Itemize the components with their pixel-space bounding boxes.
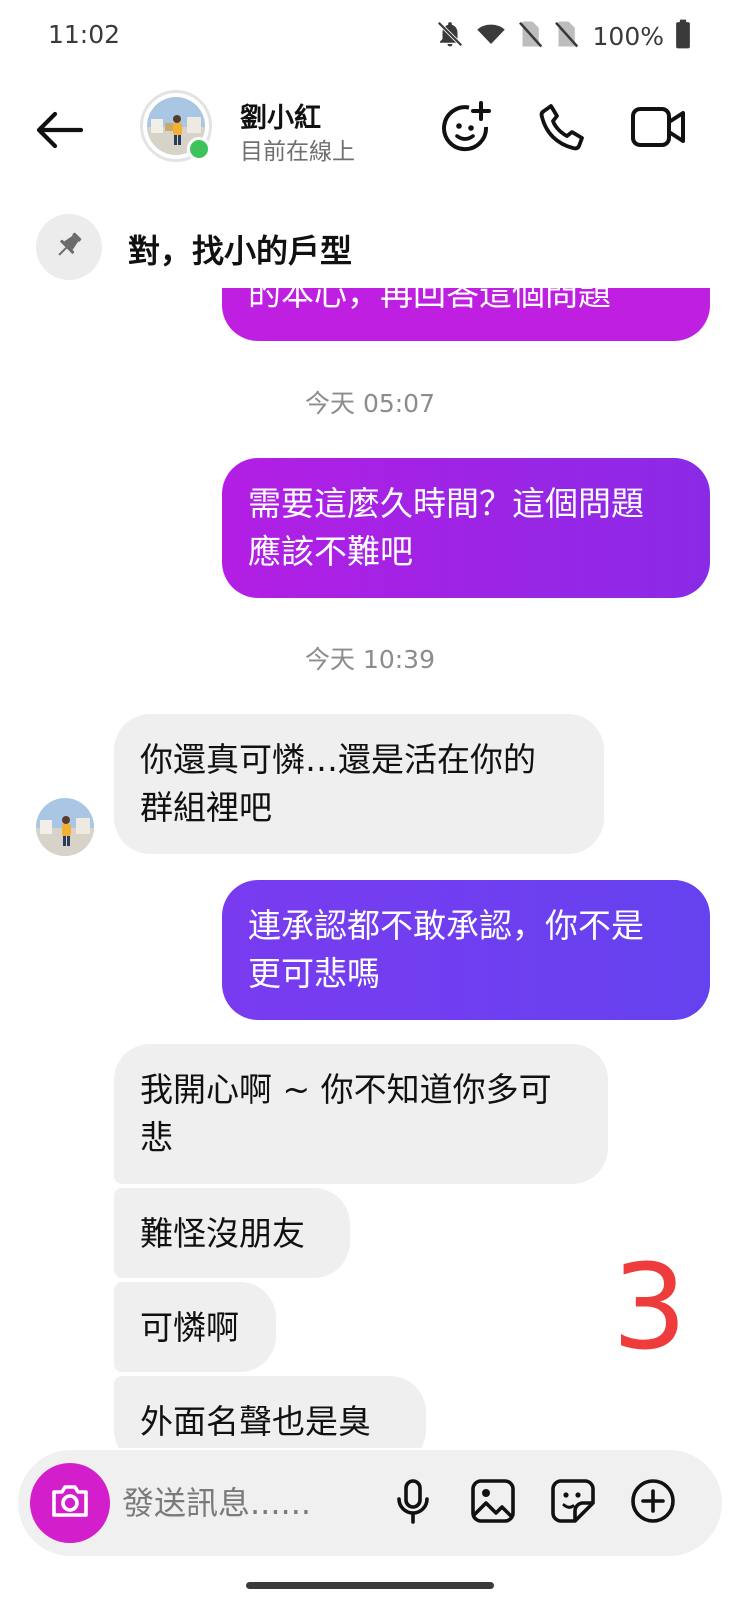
image-icon — [469, 1477, 517, 1529]
message-line: 連承認都不敢承認，你不是 — [248, 906, 644, 945]
online-indicator — [187, 137, 211, 161]
sticker-button[interactable] — [544, 1474, 602, 1532]
emoji-add-button[interactable] — [438, 100, 496, 158]
emoji-add-icon — [439, 99, 495, 159]
pin-icon — [53, 229, 85, 265]
contact-status: 目前在線上 — [240, 139, 355, 165]
pin-button[interactable] — [36, 214, 102, 280]
home-indicator[interactable] — [246, 1582, 494, 1589]
incoming-message[interactable]: 難怪沒朋友 — [114, 1188, 350, 1278]
message-line: 群組裡吧 — [140, 788, 272, 827]
back-arrow-icon — [33, 110, 84, 154]
message-line: 更可悲嗎 — [248, 954, 380, 993]
message-line: 外面名聲也是臭 — [140, 1402, 371, 1441]
incoming-message[interactable]: 可憐啊 — [114, 1282, 276, 1372]
status-bar: 11:02 100% — [0, 0, 740, 78]
outgoing-message[interactable]: 需要這麼久時間？這個問題 應該不難吧 — [222, 458, 710, 598]
contact-name[interactable]: 劉小紅 — [240, 96, 321, 135]
incoming-message[interactable]: 你還真可憐…還是活在你的 群組裡吧 — [114, 714, 604, 854]
sender-avatar[interactable] — [36, 798, 94, 856]
message-line: 需要這麼久時間？這個問題 — [248, 484, 644, 523]
camera-button[interactable] — [30, 1463, 110, 1543]
status-icons: 100% — [435, 18, 692, 54]
plus-circle-icon — [629, 1477, 677, 1529]
message-text: 的本心，再回答這個問題 — [248, 288, 611, 313]
voice-button[interactable] — [384, 1474, 442, 1532]
sticker-icon — [549, 1477, 597, 1529]
message-line: 應該不難吧 — [248, 532, 413, 571]
incoming-message[interactable]: 我開心啊 ~ 你不知道你多可 悲 — [114, 1044, 608, 1184]
message-line: 可憐啊 — [140, 1308, 239, 1347]
timestamp: 今天 05:07 — [305, 389, 435, 418]
outgoing-message[interactable]: 的本心，再回答這個問題 — [222, 288, 710, 341]
overlay-number: 3 — [612, 1238, 688, 1376]
battery-icon — [674, 19, 692, 53]
microphone-icon — [391, 1477, 435, 1529]
phone-icon — [537, 101, 589, 157]
incoming-message[interactable]: 外面名聲也是臭 — [114, 1376, 426, 1448]
gallery-button[interactable] — [464, 1474, 522, 1532]
chat-header: 劉小紅 目前在線上 — [0, 78, 740, 186]
outgoing-message[interactable]: 連承認都不敢承認，你不是 更可悲嗎 — [222, 880, 710, 1020]
no-sim-icon — [517, 19, 543, 53]
contact-avatar[interactable] — [140, 90, 212, 162]
camera-icon — [50, 1483, 90, 1523]
no-sim-icon — [553, 19, 579, 53]
message-composer — [18, 1450, 722, 1556]
status-time: 11:02 — [48, 20, 121, 49]
pinned-message-bar[interactable]: 對，找小的戶型 — [0, 206, 740, 288]
message-line: 你還真可憐…還是活在你的 — [140, 740, 536, 779]
call-button[interactable] — [534, 100, 592, 158]
more-button[interactable] — [624, 1474, 682, 1532]
video-call-button[interactable] — [630, 100, 688, 158]
video-icon — [630, 103, 688, 155]
timestamp: 今天 10:39 — [305, 645, 435, 674]
wifi-icon — [475, 19, 507, 53]
message-input[interactable] — [122, 1478, 372, 1528]
message-line: 我開心啊 ~ 你不知道你多可 — [140, 1070, 552, 1109]
bell-off-icon — [435, 19, 465, 53]
back-button[interactable] — [28, 104, 88, 160]
message-line: 難怪沒朋友 — [140, 1214, 305, 1253]
battery-percent: 100% — [592, 21, 664, 51]
message-line: 悲 — [140, 1118, 173, 1157]
pinned-text: 對，找小的戶型 — [128, 232, 353, 270]
